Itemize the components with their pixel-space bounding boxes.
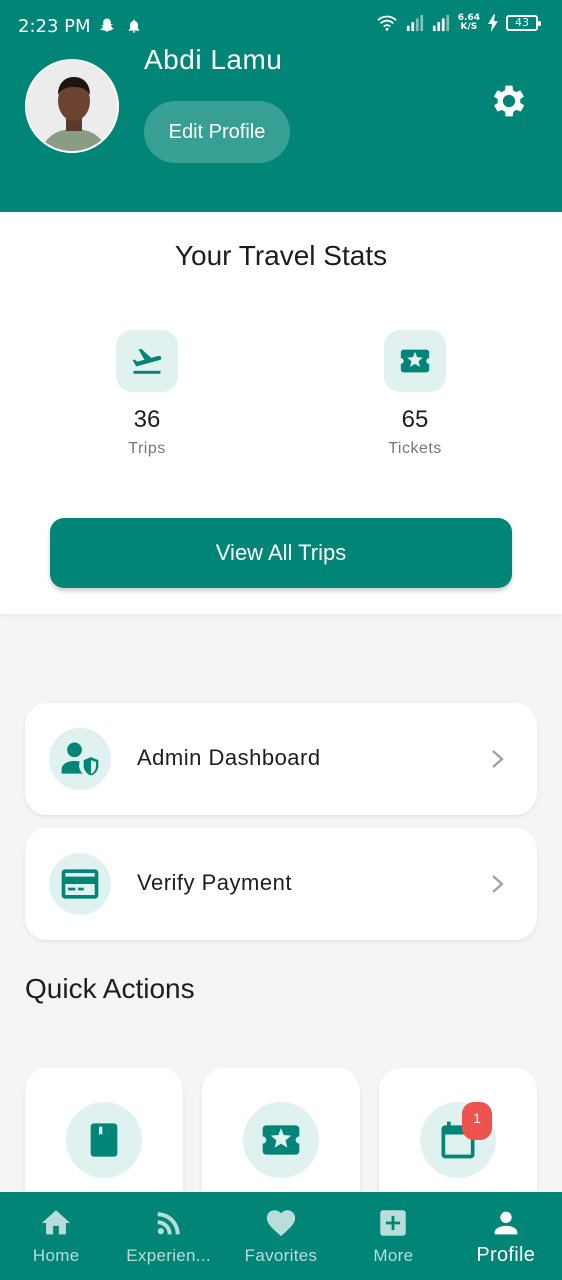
nav-item-favorites[interactable]: Favorites	[225, 1192, 337, 1280]
chevron-right-icon	[492, 875, 504, 893]
battery-icon: 43	[506, 15, 541, 31]
signal-icon	[432, 14, 449, 32]
menu-item-verify-payment[interactable]: Verify Payment	[25, 828, 537, 940]
edit-profile-button[interactable]: Edit Profile	[144, 101, 290, 163]
menu-item-admin-dashboard[interactable]: Admin Dashboard	[25, 703, 537, 815]
profile-header: 2:23 PM 6.64 K/S 43 Abdi Lamu Edit Profi…	[0, 0, 562, 212]
signal-icon	[406, 14, 423, 32]
snapchat-icon	[100, 18, 114, 32]
gear-icon[interactable]	[488, 80, 530, 122]
stats-title: Your Travel Stats	[174, 240, 388, 271]
tickets-label: Tickets	[388, 440, 442, 457]
nav-item-experiences[interactable]: Experien...	[112, 1192, 224, 1280]
admin-user-shield-icon	[61, 742, 99, 776]
nav-label: Favorites	[244, 1246, 318, 1265]
nav-label: More	[373, 1246, 414, 1265]
chevron-right-icon	[492, 750, 504, 768]
ticket-star-icon	[262, 1125, 300, 1155]
trips-label: Trips	[128, 440, 166, 457]
notification-badge: 1	[462, 1102, 492, 1140]
heart-icon	[266, 1210, 296, 1237]
quick-actions-title: Quick Actions	[25, 973, 195, 1004]
trips-count: 36	[133, 406, 161, 433]
nav-label: Home	[32, 1246, 80, 1265]
credit-card-icon	[61, 869, 99, 899]
nav-item-more[interactable]: More	[337, 1192, 449, 1280]
bottom-navigation: Home Experien... Favorites More Profile	[0, 1192, 562, 1280]
nav-label: Profile	[476, 1244, 536, 1266]
user-name: Abdi Lamu	[144, 44, 283, 75]
wifi-icon	[377, 15, 397, 31]
menu-label: Admin Dashboard	[137, 745, 321, 770]
person-icon	[494, 1211, 518, 1235]
nav-label: Experien...	[126, 1246, 211, 1265]
charging-icon	[488, 14, 498, 32]
stat-trips: 36 Trips	[67, 330, 227, 458]
ticket-star-icon	[400, 349, 430, 373]
nav-item-home[interactable]: Home	[0, 1192, 112, 1280]
notification-bell-icon	[128, 19, 140, 33]
flight-takeoff-icon	[132, 348, 162, 374]
menu-label: Verify Payment	[137, 870, 292, 895]
avatar-photo	[27, 61, 117, 151]
nav-item-profile[interactable]: Profile	[450, 1192, 562, 1280]
view-all-trips-button[interactable]: View All Trips	[50, 518, 512, 588]
add-box-icon	[380, 1210, 407, 1236]
avatar[interactable]	[25, 59, 119, 153]
stat-tickets: 65 Tickets	[335, 330, 495, 458]
bookmark-book-icon	[90, 1123, 118, 1157]
tickets-count: 65	[401, 406, 429, 433]
home-icon	[42, 1210, 71, 1235]
rss-feed-icon	[157, 1212, 180, 1235]
status-time: 2:23 PM	[18, 16, 91, 37]
network-speed: 6.64 K/S	[457, 13, 480, 32]
travel-stats-card: Your Travel Stats 36 Trips 65 Tickets Vi…	[0, 212, 562, 614]
